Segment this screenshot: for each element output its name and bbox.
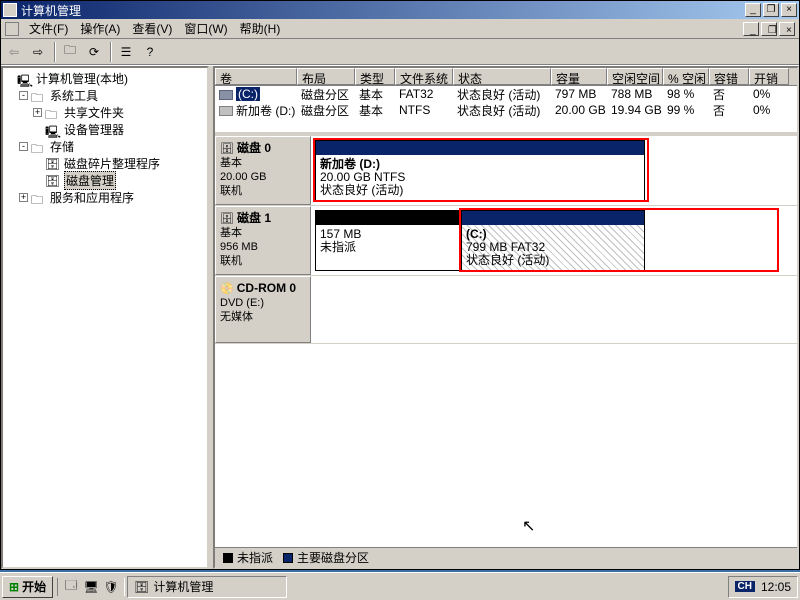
col-fs[interactable]: 文件系统 — [395, 68, 453, 85]
cell: (C:) — [215, 87, 297, 101]
menubar: 文件(F) 操作(A) 查看(V) 窗口(W) 帮助(H) _ ❐ × — [1, 19, 799, 39]
disk-row: 🗄 磁盘 1基本956 MB联机157 MB未指派(C:)799 MB FAT3… — [215, 206, 797, 276]
taskbar-item[interactable]: 🗄计算机管理 — [127, 576, 287, 598]
cell: 否 — [709, 86, 749, 103]
disk-info[interactable]: 🗄 磁盘 0基本20.00 GB联机 — [215, 136, 311, 205]
window-title: 计算机管理 — [21, 2, 743, 19]
tree-root[interactable]: 🖳计算机管理(本地) — [5, 70, 205, 87]
tree-services[interactable]: +🗀服务和应用程序 — [5, 189, 205, 206]
legend-swatch-unalloc — [223, 553, 233, 563]
help-button[interactable]: ? — [139, 41, 161, 63]
system-tray[interactable]: CH 12:05 — [728, 576, 798, 598]
menu-window[interactable]: 窗口(W) — [178, 18, 233, 39]
cell: 797 MB — [551, 87, 607, 101]
tree-panel[interactable]: 🖳计算机管理(本地) -🗀系统工具 +🗀共享文件夹 🖳设备管理器 -🗀存储 🗄磁… — [1, 66, 209, 569]
col-pct[interactable]: % 空闲 — [663, 68, 709, 85]
col-volume[interactable]: 卷 — [215, 68, 297, 85]
cell: 0% — [749, 103, 789, 117]
disk-graphic-panel[interactable]: 🗄 磁盘 0基本20.00 GB联机新加卷 (D:)20.00 GB NTFS状… — [215, 136, 797, 547]
tree-storage[interactable]: -🗀存储 — [5, 138, 205, 155]
menu-view[interactable]: 查看(V) — [126, 18, 178, 39]
col-capacity[interactable]: 容量 — [551, 68, 607, 85]
start-button[interactable]: ⊞开始 — [2, 576, 53, 598]
app-icon — [3, 3, 17, 17]
table-row[interactable]: (C:)磁盘分区基本FAT32状态良好 (活动)797 MB788 MB98 %… — [215, 86, 797, 102]
clock[interactable]: 12:05 — [761, 580, 791, 594]
disk-volumes: 157 MB未指派(C:)799 MB FAT32状态良好 (活动) — [311, 206, 797, 275]
back-button: ⇦ — [3, 41, 25, 63]
cell: 新加卷 (D:) — [215, 102, 297, 119]
up-button[interactable]: 🗀 — [59, 41, 81, 63]
ime-indicator[interactable]: CH — [735, 581, 755, 592]
col-layout[interactable]: 布局 — [297, 68, 355, 85]
cell: 基本 — [355, 86, 395, 103]
col-free[interactable]: 空闲空间 — [607, 68, 663, 85]
detail-panel: 卷 布局 类型 文件系统 状态 容量 空闲空间 % 空闲 容错 开销 (C:)磁… — [213, 66, 799, 569]
ql-explorer-icon[interactable]: 🖥 — [82, 578, 100, 596]
toolbar: ⇦ ⇨ 🗀 ⟳ ☰ ? — [1, 39, 799, 65]
legend-unalloc: 未指派 — [237, 549, 273, 566]
cell: 99 % — [663, 103, 709, 117]
menu-file[interactable]: 文件(F) — [23, 18, 74, 39]
cell: 98 % — [663, 87, 709, 101]
legend: 未指派 主要磁盘分区 — [215, 547, 797, 567]
volume-box[interactable]: 157 MB未指派 — [315, 210, 461, 271]
ql-security-icon[interactable]: 🛡 — [102, 578, 120, 596]
menu-help[interactable]: 帮助(H) — [234, 18, 287, 39]
col-oh[interactable]: 开销 — [749, 68, 789, 85]
col-ft[interactable]: 容错 — [709, 68, 749, 85]
volume-list[interactable]: (C:)磁盘分区基本FAT32状态良好 (活动)797 MB788 MB98 %… — [215, 86, 797, 132]
main-window: 计算机管理 _ ❐ × 文件(F) 操作(A) 查看(V) 窗口(W) 帮助(H… — [0, 0, 800, 570]
tree-defrag[interactable]: 🗄磁盘碎片整理程序 — [5, 155, 205, 172]
disk-volumes — [311, 276, 797, 343]
tree-systools[interactable]: -🗀系统工具 — [5, 87, 205, 104]
close-button[interactable]: × — [781, 3, 797, 17]
titlebar[interactable]: 计算机管理 _ ❐ × — [1, 1, 799, 19]
cell: 磁盘分区 — [297, 86, 355, 103]
menu-action[interactable]: 操作(A) — [74, 18, 126, 39]
minimize-button[interactable]: _ — [745, 3, 761, 17]
volume-list-header: 卷 布局 类型 文件系统 状态 容量 空闲空间 % 空闲 容错 开销 — [215, 68, 797, 86]
cell: 基本 — [355, 102, 395, 119]
col-status[interactable]: 状态 — [453, 68, 551, 85]
legend-swatch-primary — [283, 553, 293, 563]
disk-info[interactable]: 📀 CD-ROM 0DVD (E:)无媒体 — [215, 276, 311, 343]
ql-desktop-icon[interactable]: 🗔 — [62, 578, 80, 596]
cell: 19.94 GB — [607, 103, 663, 117]
legend-primary: 主要磁盘分区 — [297, 549, 369, 566]
content-area: 🖳计算机管理(本地) -🗀系统工具 +🗀共享文件夹 🖳设备管理器 -🗀存储 🗄磁… — [1, 65, 799, 569]
cell: 状态良好 (活动) — [453, 102, 551, 119]
col-type[interactable]: 类型 — [355, 68, 395, 85]
cell: 否 — [709, 102, 749, 119]
mdi-restore-button[interactable]: ❐ — [761, 22, 777, 36]
disk-info[interactable]: 🗄 磁盘 1基本956 MB联机 — [215, 206, 311, 275]
disk-row: 🗄 磁盘 0基本20.00 GB联机新加卷 (D:)20.00 GB NTFS状… — [215, 136, 797, 206]
cell: 788 MB — [607, 87, 663, 101]
mdi-close-button[interactable]: × — [779, 22, 795, 36]
tree-shared[interactable]: +🗀共享文件夹 — [5, 104, 205, 121]
mmc-icon — [5, 22, 19, 36]
cell: NTFS — [395, 103, 453, 117]
table-row[interactable]: 新加卷 (D:)磁盘分区基本NTFS状态良好 (活动)20.00 GB19.94… — [215, 102, 797, 118]
disk-volumes: 新加卷 (D:)20.00 GB NTFS状态良好 (活动) — [311, 136, 797, 205]
mdi-minimize-button[interactable]: _ — [743, 22, 759, 36]
maximize-button[interactable]: ❐ — [763, 3, 779, 17]
forward-button[interactable]: ⇨ — [27, 41, 49, 63]
taskbar[interactable]: ⊞开始 🗔 🖥 🛡 🗄计算机管理 CH 12:05 — [0, 572, 800, 600]
properties-button[interactable]: ☰ — [115, 41, 137, 63]
tree-diskmgmt[interactable]: 🗄磁盘管理 — [5, 172, 205, 189]
cell: 0% — [749, 87, 789, 101]
cell: 20.00 GB — [551, 103, 607, 117]
refresh-button[interactable]: ⟳ — [83, 41, 105, 63]
cell: 状态良好 (活动) — [453, 86, 551, 103]
quick-launch: 🗔 🖥 🛡 — [57, 578, 125, 596]
cell: 磁盘分区 — [297, 102, 355, 119]
disk-row: 📀 CD-ROM 0DVD (E:)无媒体 — [215, 276, 797, 344]
tree-devmgr[interactable]: 🖳设备管理器 — [5, 121, 205, 138]
cell: FAT32 — [395, 87, 453, 101]
